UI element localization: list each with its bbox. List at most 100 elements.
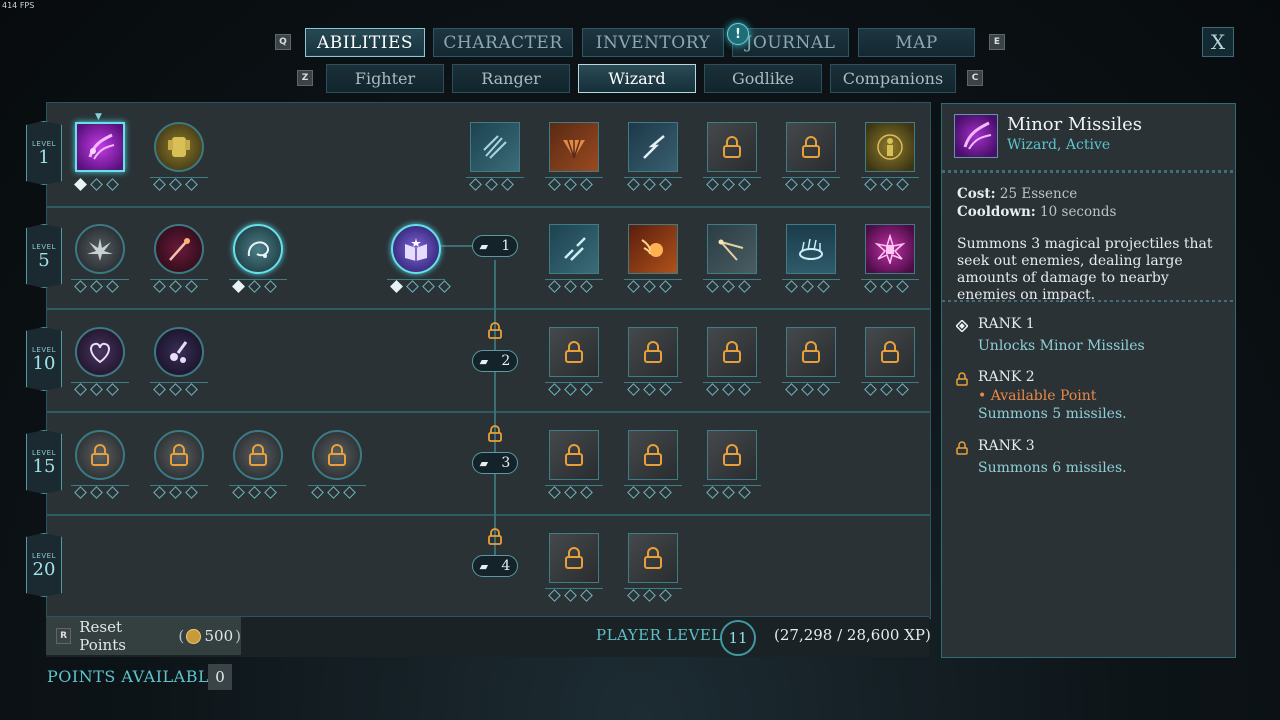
locked-ability-icon (628, 327, 678, 377)
ability-locked-r10-7[interactable] (861, 327, 919, 396)
lock-icon (488, 528, 502, 545)
points-available-label: POINTS AVAILABLE (47, 667, 222, 686)
ability-locked-r1-5[interactable] (782, 122, 840, 191)
arcane-burst-icon (865, 224, 915, 274)
locked-ability-icon (233, 430, 283, 480)
minor-missiles-icon (954, 114, 998, 158)
ability-r5-5[interactable] (545, 224, 603, 293)
selected-indicator-icon: ▼ (95, 112, 102, 122)
book-icon: ▰ (479, 354, 489, 368)
ability-r5-1[interactable] (71, 224, 129, 293)
lock-icon (723, 341, 741, 363)
lock-icon (488, 322, 502, 339)
ability-locked-r15-5[interactable] (545, 430, 603, 499)
ability-arcane-armor[interactable] (150, 122, 208, 191)
ability-locked-r10-6[interactable] (782, 327, 840, 396)
ability-r5-8[interactable] (782, 224, 840, 293)
ability-subtitle: Wizard, Active (1007, 137, 1111, 153)
fan-icon (549, 122, 599, 172)
subtab-ranger[interactable]: Ranger (452, 64, 570, 93)
ability-locked-r10-3[interactable] (545, 327, 603, 396)
ability-spellbook[interactable] (387, 224, 451, 293)
locked-ability-icon (549, 430, 599, 480)
ability-locked-r20-1[interactable] (545, 533, 603, 602)
tab-abilities[interactable]: ABILITIES (305, 28, 425, 57)
prev-subtab-key-hint: Z (297, 70, 313, 86)
claw-icon (470, 122, 520, 172)
locked-ability-icon (786, 122, 836, 172)
book-icon: ▰ (479, 559, 489, 573)
subtab-wizard[interactable]: Wizard (578, 64, 696, 93)
upgrade-tier-3[interactable]: ▰ 3 (472, 452, 518, 474)
tab-journal[interactable]: JOURNAL (732, 28, 849, 57)
locked-ability-icon (865, 327, 915, 377)
close-button[interactable]: X (1202, 27, 1234, 57)
lock-icon (644, 547, 662, 569)
minor-missiles-icon (75, 122, 125, 172)
upgrade-tier-1[interactable]: ▰ 1 (472, 235, 518, 257)
ability-locked-r15-1[interactable] (71, 430, 129, 499)
frost-ring-icon (786, 224, 836, 274)
divider (942, 300, 1235, 302)
lock-icon (91, 444, 109, 466)
row-divider (47, 206, 930, 208)
ability-locked-r15-2[interactable] (150, 430, 208, 499)
level-marker-15: LEVEL 15 (26, 430, 62, 494)
ability-locked-r15-7[interactable] (703, 430, 761, 499)
ability-r5-2[interactable] (150, 224, 208, 293)
locked-ability-icon (628, 533, 678, 583)
ability-cooldown: Cooldown: 10 seconds (957, 204, 1117, 220)
tab-map[interactable]: MAP (858, 28, 975, 57)
row-divider (47, 308, 930, 310)
rank-unlocked-icon (956, 320, 968, 332)
subtab-companions[interactable]: Companions (830, 64, 956, 93)
subtab-godlike[interactable]: Godlike (704, 64, 822, 93)
player-level-label: PLAYER LEVEL (596, 626, 722, 644)
ability-locked-r1-4[interactable] (703, 122, 761, 191)
ability-passive-r1-1[interactable] (466, 122, 524, 191)
gold-coin-icon (186, 628, 201, 644)
rank-3-text: Summons 6 missiles. (978, 460, 1127, 476)
fps-counter: 414 FPS (2, 1, 35, 10)
ability-locked-r15-4[interactable] (308, 430, 366, 499)
frost-shards-icon (549, 224, 599, 274)
ability-locked-r20-2[interactable] (624, 533, 682, 602)
journal-notification-icon: ! (727, 23, 749, 45)
ability-locked-r15-6[interactable] (624, 430, 682, 499)
upgrade-tier-4[interactable]: ▰ 4 (472, 555, 518, 577)
ability-passive-r1-6[interactable] (861, 122, 919, 191)
tier-link (440, 245, 474, 247)
upgrade-tier-2[interactable]: ▰ 2 (472, 350, 518, 372)
ability-locked-r10-5[interactable] (703, 327, 761, 396)
locked-ability-icon (628, 430, 678, 480)
ability-r10-1[interactable] (71, 327, 129, 396)
armor-icon (154, 122, 204, 172)
subtab-fighter[interactable]: Fighter (326, 64, 444, 93)
ability-r5-7[interactable] (703, 224, 761, 293)
ability-r5-9[interactable] (861, 224, 919, 293)
ability-minor-missiles[interactable] (74, 122, 125, 191)
ability-locked-r15-3[interactable] (229, 430, 287, 499)
ability-locked-r10-4[interactable] (624, 327, 682, 396)
locked-ability-icon (549, 533, 599, 583)
ability-r5-3[interactable] (229, 224, 287, 293)
row-divider (47, 514, 930, 516)
reset-points-button[interactable]: R Reset Points ( 500 ) (46, 617, 241, 655)
ability-passive-r1-3[interactable] (624, 122, 682, 191)
book-icon: ▰ (479, 239, 489, 253)
ability-r5-6[interactable] (624, 224, 682, 293)
ability-name: Minor Missiles (1007, 114, 1143, 135)
lock-icon (644, 444, 662, 466)
figure-icon (865, 122, 915, 172)
locked-ability-icon (75, 430, 125, 480)
orb-splash-icon (154, 327, 204, 377)
upgrade-tier-connector (494, 260, 496, 566)
locked-ability-icon (707, 430, 757, 480)
ability-r10-2[interactable] (150, 327, 208, 396)
locked-ability-icon (549, 327, 599, 377)
divider (942, 170, 1235, 173)
tab-inventory[interactable]: INVENTORY (582, 28, 724, 57)
tab-character[interactable]: CHARACTER (433, 28, 573, 57)
ability-passive-r1-2[interactable] (545, 122, 603, 191)
points-available-value: 0 (208, 664, 232, 690)
